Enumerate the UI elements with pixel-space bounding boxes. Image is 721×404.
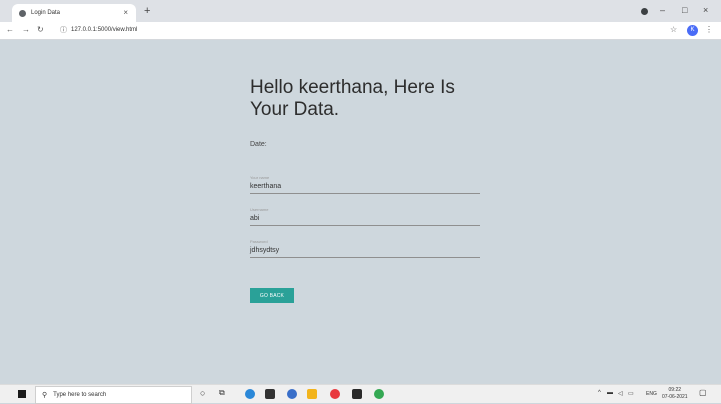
- restore-button[interactable]: □: [682, 5, 687, 15]
- windows-start-icon[interactable]: [18, 390, 26, 398]
- name-field[interactable]: Your name keerthana: [250, 175, 480, 194]
- taskbar-clock[interactable]: 09:22 07-06-2021: [662, 387, 688, 401]
- speaker-icon[interactable]: ◁: [618, 390, 623, 397]
- date-label: Date:: [250, 141, 267, 148]
- username-field-label: Username: [250, 207, 269, 212]
- edge-icon[interactable]: [245, 389, 255, 399]
- opera-icon[interactable]: [330, 389, 340, 399]
- task-view-icon[interactable]: ⧉: [219, 388, 225, 398]
- new-tab-button[interactable]: +: [144, 5, 150, 17]
- minimize-button[interactable]: –: [660, 5, 665, 15]
- terminal-icon[interactable]: [352, 389, 362, 399]
- tray-chevron-icon[interactable]: ^: [598, 390, 601, 396]
- name-field-label: Your name: [250, 175, 270, 180]
- network-icon[interactable]: ▭: [628, 390, 634, 397]
- app-icon[interactable]: [287, 389, 297, 399]
- tab-close-icon[interactable]: ×: [123, 8, 128, 17]
- tab-title: Login Data: [31, 10, 61, 16]
- username-field-value: abi: [250, 215, 260, 222]
- password-field-label: Password: [250, 239, 268, 244]
- name-field-value: keerthana: [250, 183, 282, 190]
- forward-arrow-icon[interactable]: →: [22, 25, 30, 34]
- url-text: 127.0.0.1:5000/view.html: [71, 27, 138, 33]
- profile-avatar[interactable]: K: [687, 25, 698, 36]
- page-content: Hello keerthana, Here Is Your Data. Date…: [0, 40, 721, 384]
- battery-icon[interactable]: ▬: [607, 390, 613, 396]
- record-icon[interactable]: [641, 8, 648, 15]
- chrome-icon[interactable]: [374, 389, 384, 399]
- info-icon: ⓘ: [60, 27, 67, 34]
- taskbar-search-input[interactable]: ⚲ Type here to search: [35, 386, 192, 404]
- clock-time: 09:22: [668, 387, 682, 393]
- back-arrow-icon[interactable]: ←: [6, 25, 14, 34]
- store-icon[interactable]: [265, 389, 275, 399]
- go-back-button[interactable]: GO BACK: [250, 288, 294, 303]
- browser-tab-strip: Login Data × + – □ ×: [0, 0, 721, 22]
- taskbar: ⚲ Type here to search ○ ⧉ ^ ▬ ◁ ▭ ENG 09…: [0, 384, 721, 404]
- globe-icon: [19, 9, 26, 17]
- browser-tab[interactable]: Login Data ×: [12, 4, 136, 22]
- language-indicator[interactable]: ENG: [646, 391, 657, 397]
- clock-date: 07-06-2021: [662, 394, 688, 400]
- search-icon: ⚲: [42, 392, 48, 399]
- notification-icon[interactable]: ▢: [699, 388, 707, 397]
- file-explorer-icon[interactable]: [307, 389, 317, 399]
- password-field-value: jdhsydtsy: [250, 247, 280, 254]
- bookmark-star-icon[interactable]: ☆: [670, 25, 677, 34]
- close-window-button[interactable]: ×: [703, 5, 708, 15]
- page-heading: Hello keerthana, Here Is Your Data.: [250, 77, 455, 120]
- taskbar-search-placeholder: Type here to search: [53, 392, 107, 398]
- password-field[interactable]: Password jdhsydtsy: [250, 239, 480, 258]
- address-bar: ← → ↻ ⓘ 127.0.0.1:5000/view.html ☆ K ⋮: [0, 22, 721, 40]
- cortana-icon[interactable]: ○: [200, 388, 205, 398]
- menu-kebab-icon[interactable]: ⋮: [705, 25, 713, 34]
- url-field[interactable]: ⓘ 127.0.0.1:5000/view.html: [60, 25, 137, 35]
- username-field[interactable]: Username abi: [250, 207, 480, 226]
- reload-icon[interactable]: ↻: [37, 25, 44, 34]
